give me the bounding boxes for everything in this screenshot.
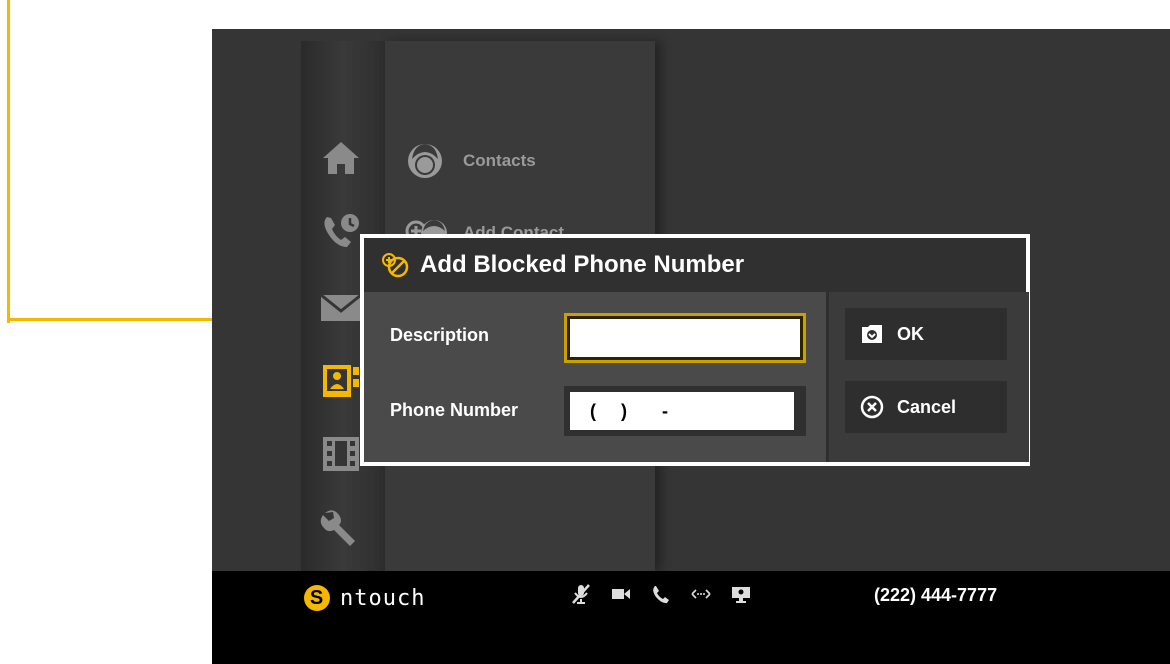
mic-muted-icon bbox=[570, 583, 592, 605]
phonebook-icon[interactable] bbox=[317, 359, 365, 403]
description-input[interactable] bbox=[570, 319, 800, 357]
ok-button[interactable]: OK bbox=[845, 308, 1007, 360]
phone-number-input[interactable] bbox=[570, 392, 794, 430]
dialog-title: Add Blocked Phone Number bbox=[420, 251, 745, 278]
own-phone-number: (222) 444-7777 bbox=[874, 585, 998, 605]
submenu-item-contacts[interactable]: Contacts bbox=[403, 139, 536, 183]
home-icon[interactable] bbox=[317, 136, 365, 180]
settings-icon[interactable] bbox=[317, 503, 365, 547]
status-icons bbox=[570, 583, 752, 605]
status-bar: S ntouch (222) 444-7777 bbox=[212, 571, 1170, 664]
callout-line-vertical bbox=[7, 0, 10, 323]
brand-name: ntouch bbox=[340, 585, 426, 611]
description-label: Description bbox=[390, 325, 490, 345]
description-field-frame bbox=[564, 313, 806, 363]
dialog-actions: OK Cancel bbox=[826, 292, 1029, 462]
cancel-button-label: Cancel bbox=[897, 396, 957, 417]
ok-button-label: OK bbox=[897, 323, 924, 344]
brand: S ntouch bbox=[304, 585, 425, 611]
camera-icon bbox=[610, 583, 632, 605]
block-number-icon bbox=[382, 253, 409, 278]
dialog-form: Description Phone Number bbox=[364, 292, 826, 462]
cancel-button[interactable]: Cancel bbox=[845, 381, 1007, 433]
phone-number-field-frame bbox=[564, 386, 806, 436]
add-blocked-number-dialog: Add Blocked Phone Number Description Pho… bbox=[360, 234, 1030, 466]
mail-icon[interactable] bbox=[317, 285, 365, 329]
contact-face-icon bbox=[408, 144, 442, 178]
dialog-header: Add Blocked Phone Number bbox=[364, 238, 1026, 292]
cancel-circle-x-icon bbox=[860, 395, 884, 419]
call-history-icon[interactable] bbox=[317, 209, 365, 253]
video-icon[interactable] bbox=[317, 431, 365, 475]
ok-save-icon bbox=[862, 325, 882, 343]
connection-icon bbox=[690, 583, 712, 605]
ntouch-logo-icon: S bbox=[304, 585, 330, 611]
submenu-item-label: Contacts bbox=[463, 151, 536, 170]
phone-icon bbox=[650, 583, 672, 605]
screen-share-icon bbox=[730, 583, 752, 605]
phone-number-label: Phone Number bbox=[390, 400, 519, 420]
